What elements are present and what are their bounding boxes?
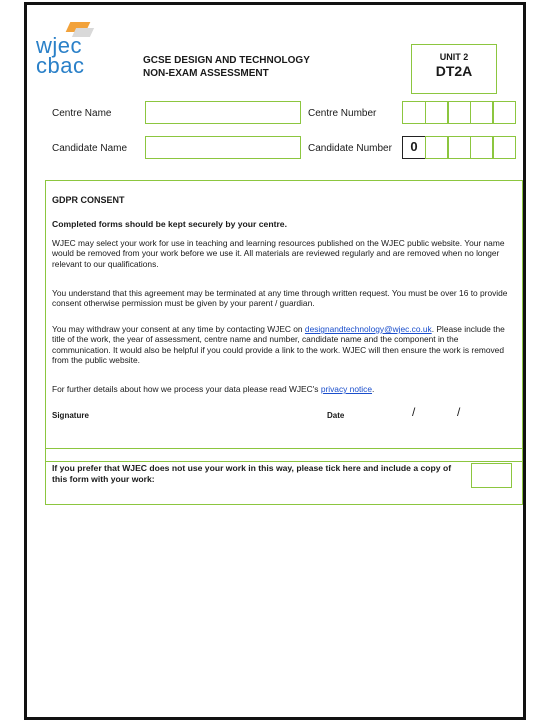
centre-number-cell[interactable] [447,101,471,124]
date-separator: / [412,405,416,419]
unit-box: UNIT 2 DT2A [411,44,497,94]
centre-number-label: Centre Number [308,108,377,119]
wjec-logo: wjec cbac [36,22,104,78]
gdpr-subtitle: Completed forms should be kept securely … [52,219,287,229]
candidate-number-cells: 0 [402,136,516,159]
gdpr-paragraph-2: You understand that this agreement may b… [52,288,508,309]
candidate-number-label: Candidate Number [308,143,392,154]
unit-code: DT2A [435,63,473,79]
form-title-line1: GCSE DESIGN AND TECHNOLOGY [143,55,310,66]
privacy-notice-link[interactable]: privacy notice [321,384,372,394]
centre-name-label: Centre Name [52,108,112,119]
candidate-name-field[interactable] [145,136,301,159]
signature-row: Signature Date / / [52,405,518,423]
gdpr-paragraph-1: WJEC may select your work for use in tea… [52,238,505,269]
candidate-number-cell[interactable] [469,136,494,159]
gdpr-paragraph-3-prefix: You may withdraw your consent at any tim… [52,324,305,334]
centre-number-cell[interactable] [402,101,426,124]
centre-number-cell[interactable] [492,101,516,124]
centre-name-field[interactable] [145,101,301,124]
logo-text-line2: cbac [36,53,85,78]
date-label: Date [327,411,345,420]
opt-out-text: If you prefer that WJEC does not use you… [52,463,452,484]
centre-number-cell[interactable] [469,101,494,124]
candidate-number-cell[interactable] [447,136,471,159]
opt-out-section: If you prefer that WJEC does not use you… [45,448,523,505]
gdpr-consent-section: GDPR CONSENT Completed forms should be k… [45,180,523,462]
candidate-name-label: Candidate Name [52,143,128,154]
candidate-number-cell[interactable] [492,136,516,159]
candidate-number-cell[interactable]: 0 [402,136,426,159]
candidate-number-cell[interactable] [424,136,449,159]
date-separator: / [457,405,461,419]
centre-number-cell[interactable] [424,101,449,124]
wjec-email-link[interactable]: designandtechnology@wjec.co.uk [305,324,432,334]
gdpr-paragraph-4: For further details about how we process… [52,384,518,394]
gdpr-paragraph-3: You may withdraw your consent at any tim… [52,324,518,365]
gdpr-paragraph-4-suffix: . [372,384,375,394]
gdpr-title: GDPR CONSENT [52,195,125,205]
unit-label: UNIT 2 [439,52,469,62]
form-title: GCSE DESIGN AND TECHNOLOGY NON-EXAM ASSE… [143,54,310,80]
opt-out-tick-box[interactable] [471,463,512,488]
gdpr-paragraph-4-prefix: For further details about how we process… [52,384,321,394]
centre-number-cells [402,101,516,124]
signature-label: Signature [52,411,89,420]
form-title-line2: NON-EXAM ASSESSMENT [143,68,269,79]
